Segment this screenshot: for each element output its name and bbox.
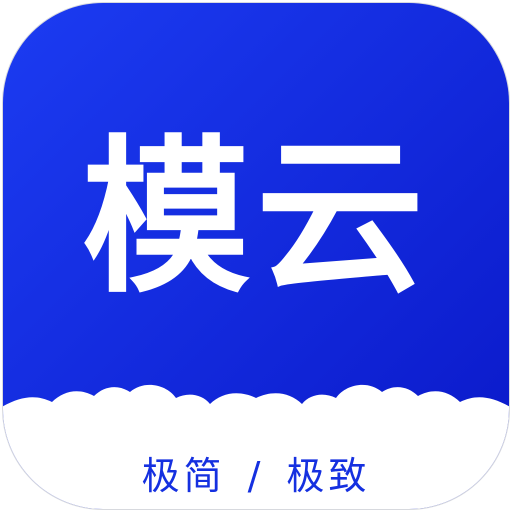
tagline-part-1: 极简 xyxy=(141,454,226,498)
tagline: 极简 / 极致 xyxy=(0,448,512,504)
tagline-separator: / xyxy=(247,454,265,498)
app-icon[interactable]: 模云 极简 / 极致 xyxy=(0,0,512,512)
tagline-part-2: 极致 xyxy=(286,454,371,498)
brand-name: 模云 xyxy=(82,120,430,316)
